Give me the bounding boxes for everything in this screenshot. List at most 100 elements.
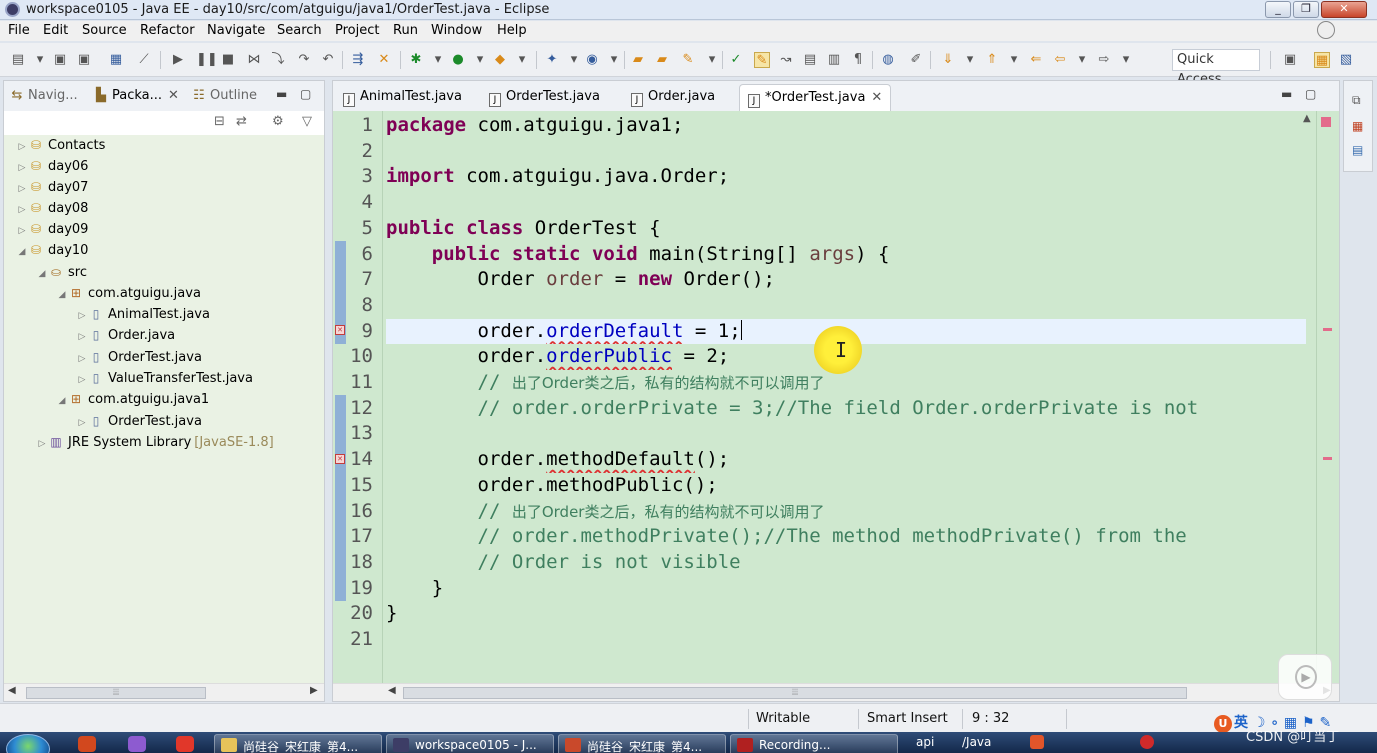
close-tab-icon[interactable]: ✕	[871, 90, 882, 105]
expand-icon[interactable]: ▷	[36, 434, 48, 455]
error-marker[interactable]	[1323, 328, 1332, 331]
next-dropdown-icon[interactable]: ▾	[962, 52, 978, 68]
search-icon[interactable]: ✎	[680, 52, 696, 68]
java-ee-perspective-icon[interactable]: ▦	[1314, 52, 1330, 68]
editor-horizontal-scrollbar[interactable]: ◀ ⦙⦙⦙ ▶	[333, 683, 1339, 701]
tree-item-ordertest[interactable]: ▷ ▯ OrderTest.java	[76, 347, 202, 368]
save-all-icon[interactable]: ▣	[76, 52, 92, 68]
new-icon[interactable]: ▤	[10, 52, 26, 68]
tree-item-day06[interactable]: ▷ ⛁ day06	[16, 156, 89, 179]
tab-ordertest-active[interactable]: J *OrderTest.java ✕	[739, 84, 892, 111]
menu-file[interactable]: File	[8, 23, 30, 38]
tree-item-day09[interactable]: ▷ ⛁ day09	[16, 219, 89, 240]
menu-window[interactable]: Window	[431, 23, 482, 38]
new-class-icon[interactable]: ◉	[584, 52, 600, 68]
task-list-icon[interactable]: ▦	[1352, 119, 1363, 133]
expand-icon[interactable]: ▷	[16, 158, 28, 179]
collapse-all-icon[interactable]: ⊟	[214, 114, 225, 129]
outline-view-icon[interactable]: ▤	[1352, 143, 1363, 157]
collapse-icon[interactable]: ◢	[36, 264, 48, 285]
chrome-icon[interactable]	[176, 736, 194, 752]
show-whitespace-icon[interactable]: ▤	[802, 52, 818, 68]
tree-item-src[interactable]: ◢ ⛀ src	[36, 262, 87, 283]
scrollbar-thumb[interactable]: ⦙⦙⦙	[403, 687, 1187, 699]
maximize-button[interactable]: ❐	[1293, 1, 1319, 18]
collapse-icon[interactable]: ◢	[56, 285, 68, 306]
tree-item-day10[interactable]: ◢ ⛁ day10	[16, 240, 89, 261]
expand-icon[interactable]: ▷	[76, 349, 88, 370]
pinned-app-icon[interactable]	[128, 736, 146, 752]
debug-dropdown-icon[interactable]: ▾	[430, 52, 446, 68]
resume-icon[interactable]: ▶	[170, 52, 186, 68]
maximize-view-icon[interactable]: ▢	[300, 87, 311, 101]
tree-item-animaltest[interactable]: ▷ ▯ AnimalTest.java	[76, 304, 210, 325]
forward-icon[interactable]: ⇨	[1096, 52, 1112, 68]
step-return-icon[interactable]: ↶	[320, 52, 336, 68]
server-icon[interactable]: ✕	[376, 52, 392, 68]
expand-icon[interactable]: ▷	[16, 179, 28, 200]
disconnect-icon[interactable]: ⋈	[246, 52, 262, 68]
expand-icon[interactable]: ▷	[76, 370, 88, 391]
tree-item-ordertest-java1[interactable]: ▷ ▯ OrderTest.java	[76, 411, 202, 432]
expand-icon[interactable]: ▷	[76, 413, 88, 434]
annotation-icon[interactable]: ▥	[826, 52, 842, 68]
tab-package-explorer[interactable]: ▙ Packa... ✕	[94, 88, 179, 103]
tree-item-valuetransfertest[interactable]: ▷ ▯ ValueTransferTest.java	[76, 368, 253, 389]
pinned-app-icon[interactable]	[78, 736, 96, 752]
search-dropdown-icon[interactable]: ▾	[704, 52, 720, 68]
tree-item-day08[interactable]: ▷ ⛁ day08	[16, 198, 89, 219]
tab-outline[interactable]: ☷ Outline	[192, 88, 257, 103]
prev-annotation-icon[interactable]: ⇑	[984, 52, 1000, 68]
dropdown-icon[interactable]: ▾	[32, 52, 48, 68]
tree-item-contacts[interactable]: ▷ ⛁ Contacts	[16, 135, 106, 158]
new-java-project-icon[interactable]: ✦	[544, 52, 560, 68]
open-perspective-icon[interactable]: ▣	[1282, 52, 1298, 68]
back-icon[interactable]: ⇦	[1052, 52, 1068, 68]
start-button[interactable]	[6, 734, 50, 753]
tray-record-icon[interactable]	[1140, 735, 1154, 749]
menu-refactor[interactable]: Refactor	[140, 23, 195, 38]
tree-item-order[interactable]: ▷ ▯ Order.java	[76, 325, 176, 346]
tab-navigator[interactable]: ⇆ Navig...	[10, 88, 78, 103]
menu-project[interactable]: Project	[335, 23, 379, 38]
open-type-icon[interactable]: ▰	[630, 52, 646, 68]
use-step-filters-icon[interactable]: ⇶	[350, 52, 366, 68]
toggle-mark-icon[interactable]: ✓	[728, 52, 744, 68]
close-button[interactable]: ✕	[1321, 1, 1367, 18]
tab-ordertest[interactable]: J OrderTest.java	[481, 84, 608, 111]
expand-icon[interactable]: ▷	[16, 137, 28, 158]
taskbar-item-folder[interactable]: 尚硅谷_宋红康_第4...	[214, 734, 382, 753]
next-annotation-icon[interactable]: ⇓	[940, 52, 956, 68]
pin-icon[interactable]: ✐	[908, 52, 924, 68]
class-dropdown-icon[interactable]: ▾	[606, 52, 622, 68]
debug-icon[interactable]: ✱	[408, 52, 424, 68]
new-dropdown-icon[interactable]: ▾	[566, 52, 582, 68]
java-perspective-icon[interactable]: ▧	[1338, 52, 1354, 68]
tree-item-day07[interactable]: ▷ ⛁ day07	[16, 177, 89, 200]
highlight-icon[interactable]: ✎	[754, 52, 770, 68]
error-icon[interactable]: ✕	[335, 325, 345, 335]
scroll-left-icon[interactable]: ◀	[388, 685, 396, 696]
open-task-icon[interactable]: ▰	[654, 52, 670, 68]
skip-icon[interactable]: ⟋	[136, 52, 152, 68]
menu-help[interactable]: Help	[497, 23, 527, 38]
menu-search[interactable]: Search	[277, 23, 322, 38]
block-selection-icon[interactable]: ↝	[778, 52, 794, 68]
last-edit-icon[interactable]: ⇐	[1028, 52, 1044, 68]
restore-icon[interactable]: ⧉	[1352, 93, 1361, 108]
back-dropdown-icon[interactable]: ▾	[1074, 52, 1090, 68]
maximize-editor-icon[interactable]: ▢	[1305, 87, 1316, 101]
forward-dropdown-icon[interactable]: ▾	[1118, 52, 1134, 68]
tree-item-package-java[interactable]: ◢ ⊞ com.atguigu.java	[56, 283, 201, 304]
error-summary-icon[interactable]	[1321, 117, 1331, 127]
pilcrow-icon[interactable]: ¶	[850, 52, 866, 68]
suspend-icon[interactable]: ❚❚	[196, 52, 218, 68]
link-with-editor-icon[interactable]: ⇄	[236, 114, 247, 129]
focus-icon[interactable]: ⚙	[272, 114, 284, 129]
save-icon[interactable]: ▣	[52, 52, 68, 68]
menu-source[interactable]: Source	[82, 23, 127, 38]
close-tab-icon[interactable]: ✕	[168, 88, 179, 103]
tree-item-package-java1[interactable]: ◢ ⊞ com.atguigu.java1	[56, 389, 210, 410]
tab-animaltest[interactable]: J AnimalTest.java	[335, 84, 470, 111]
tree-item-jre-library[interactable]: ▷ ▥ JRE System Library [JavaSE-1.8]	[36, 432, 274, 453]
